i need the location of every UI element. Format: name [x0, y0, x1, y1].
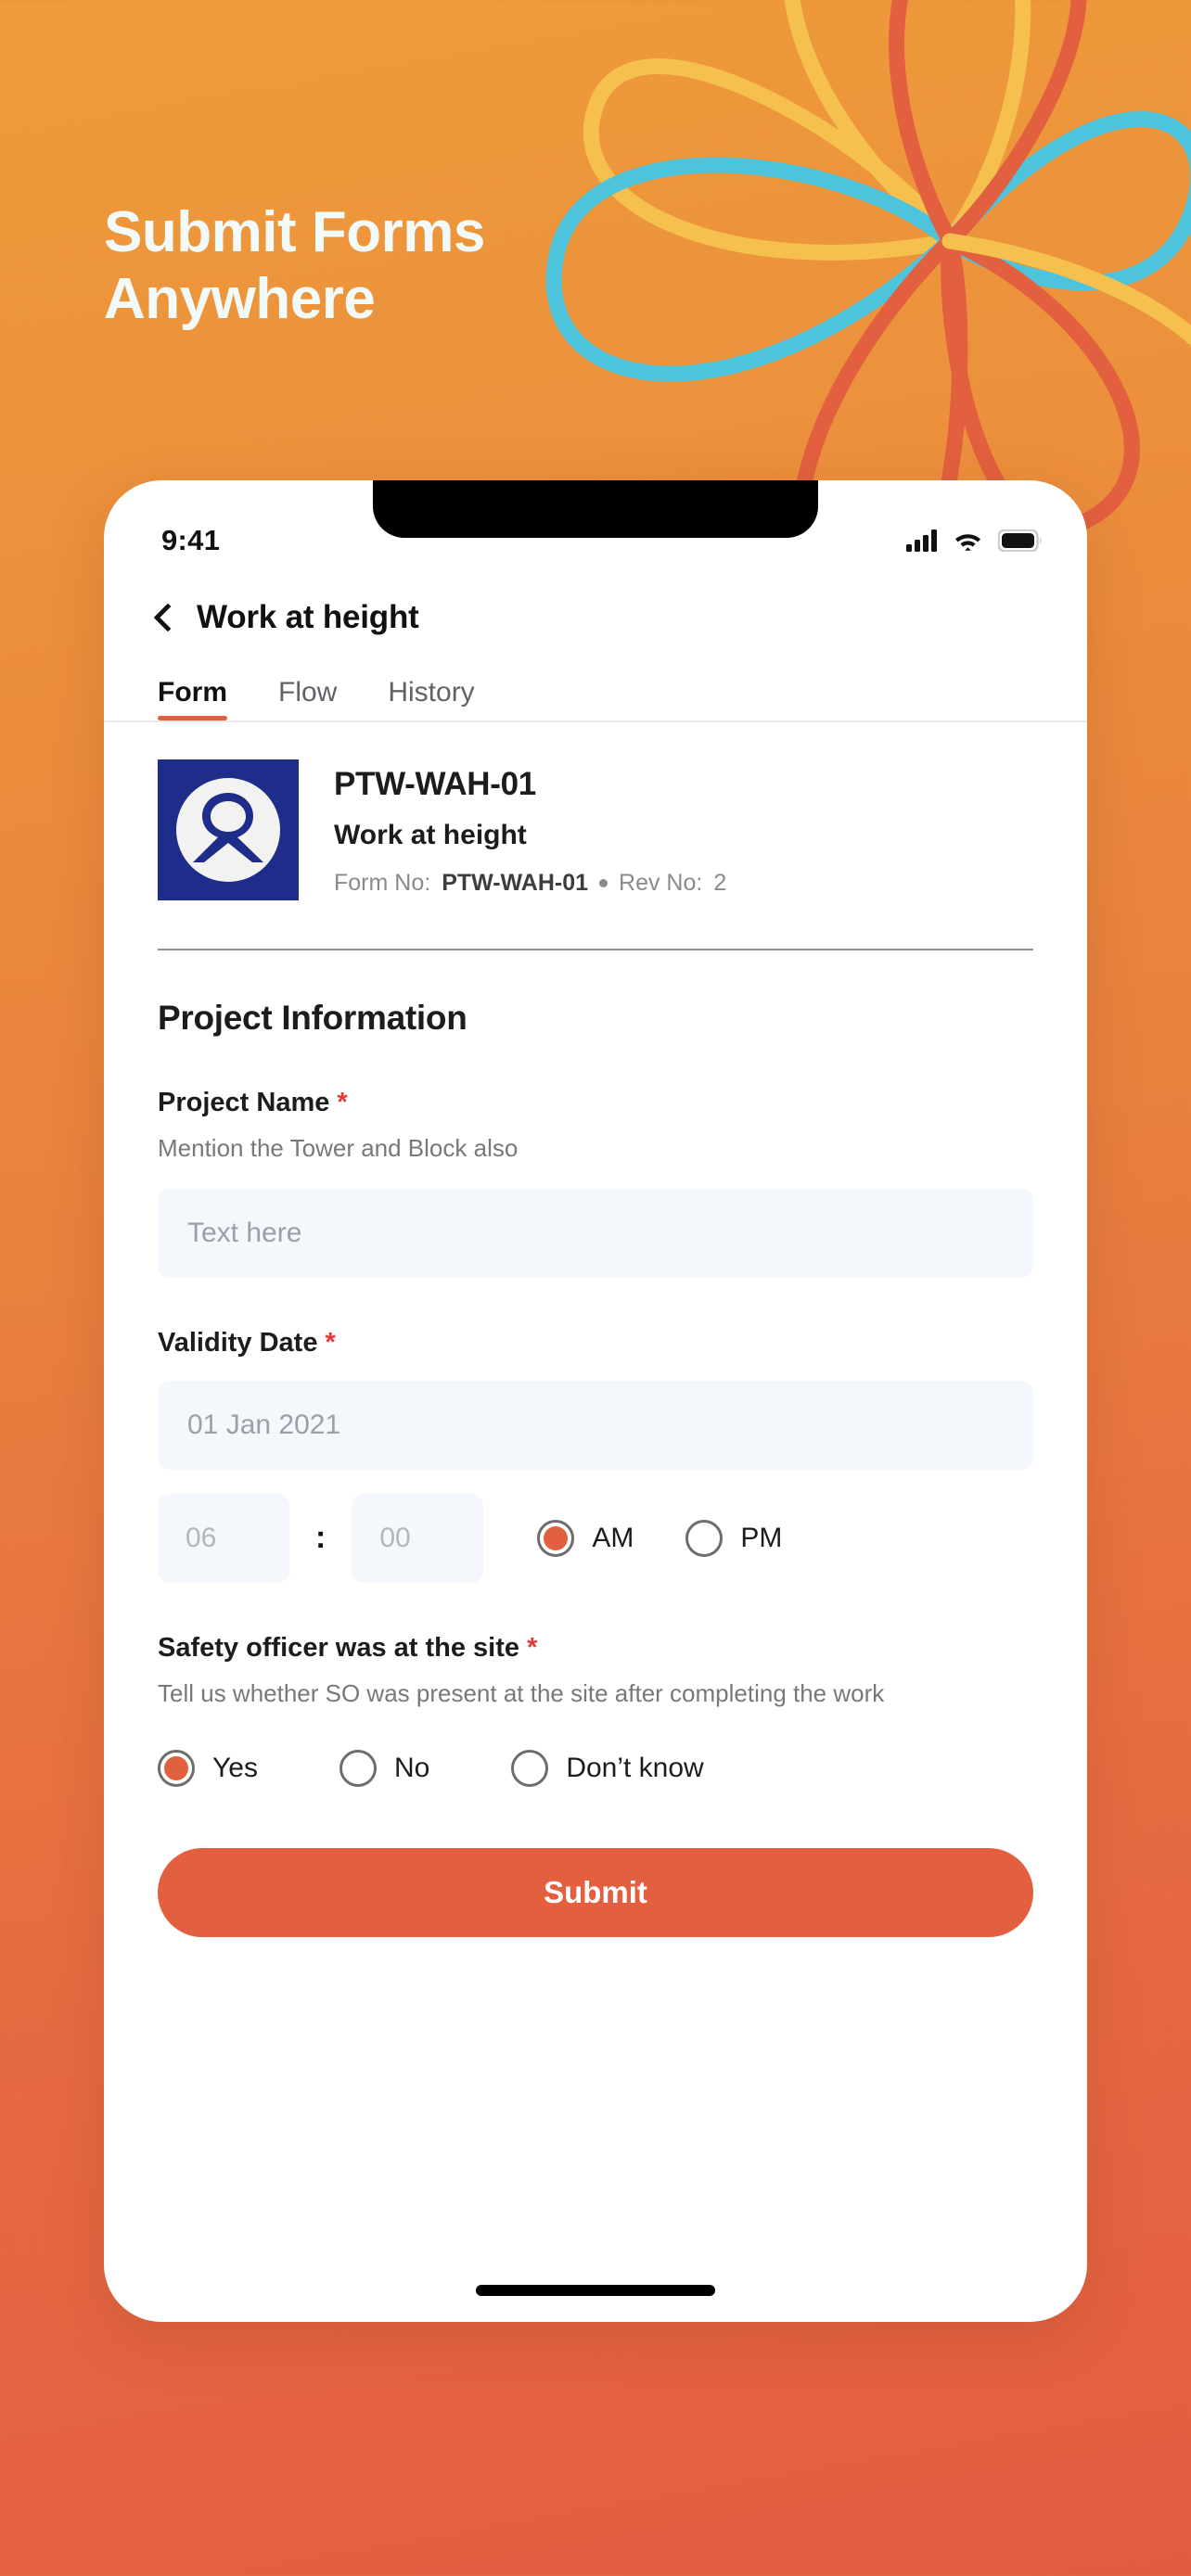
radio-pm[interactable]: PM: [685, 1519, 783, 1557]
meridiem-radio-group: AM PM: [537, 1519, 783, 1557]
section-title: Project Information: [158, 999, 467, 1037]
tab-form[interactable]: Form: [158, 677, 227, 721]
radio-no[interactable]: No: [339, 1750, 430, 1788]
radio-yes[interactable]: Yes: [158, 1750, 258, 1788]
hour-input[interactable]: 06: [158, 1493, 289, 1583]
tab-history[interactable]: History: [388, 677, 474, 721]
headline-line-2: Anywhere: [104, 266, 376, 331]
safety-officer-radio-group: Yes No Don’t know: [158, 1750, 1033, 1788]
field-validity-date: Validity Date * 01 Jan 2021 06 : 00 AM P…: [158, 1328, 1033, 1583]
validity-date-label-text: Validity Date: [158, 1327, 318, 1358]
phone-mockup: 9:41 Work at height Form Flow History PT…: [104, 480, 1087, 2322]
radio-am-circle[interactable]: [537, 1519, 575, 1557]
form-code: PTW-WAH-01: [334, 766, 536, 802]
rev-no-value: 2: [713, 870, 727, 896]
separator-dot-icon: [599, 879, 608, 887]
radio-yes-label: Yes: [212, 1753, 258, 1784]
validity-date-input[interactable]: 01 Jan 2021: [158, 1380, 1033, 1470]
radio-pm-circle[interactable]: [685, 1519, 724, 1557]
form-numbers: Form No: PTW-WAH-01 Rev No: 2: [334, 870, 726, 897]
radio-no-label: No: [393, 1753, 430, 1784]
radio-am-label: AM: [592, 1522, 634, 1553]
navigation-bar: Work at height: [104, 573, 1087, 645]
section-divider: [158, 949, 1033, 950]
form-no-label: Form No:: [334, 870, 431, 896]
battery-icon: [998, 529, 1042, 552]
field-safety-officer: Safety officer was at the site * Tell us…: [158, 1633, 1033, 1788]
project-name-help: Mention the Tower and Block also: [158, 1134, 519, 1162]
submit-button[interactable]: Submit: [158, 1848, 1033, 1938]
phone-notch: [373, 480, 818, 538]
required-asterisk: *: [325, 1327, 336, 1358]
safety-officer-help: Tell us whether SO was present at the si…: [158, 1678, 885, 1707]
signal-icon: [906, 529, 937, 552]
headline-line-1: Submit Forms: [104, 200, 485, 264]
form-name: Work at height: [334, 820, 527, 850]
radio-yes-circle[interactable]: [158, 1750, 195, 1788]
time-picker-row: 06 : 00 AM PM: [158, 1493, 1033, 1583]
wifi-icon: [954, 534, 981, 551]
project-name-label: Project Name *: [158, 1088, 1033, 1118]
form-header-card: PTW-WAH-01 Work at height Form No: PTW-W…: [158, 722, 1033, 900]
tab-bar: Form Flow History: [104, 645, 1087, 721]
safety-officer-label: Safety officer was at the site *: [158, 1633, 1033, 1664]
project-name-input[interactable]: Text here: [158, 1188, 1033, 1278]
safety-officer-label-text: Safety officer was at the site: [158, 1632, 520, 1663]
radio-dont-know-label: Don’t know: [566, 1753, 704, 1784]
time-separator: :: [315, 1520, 327, 1556]
hero-headline: Submit Forms Anywhere: [104, 199, 809, 333]
company-ribbon-logo: [158, 759, 299, 900]
radio-am[interactable]: AM: [537, 1519, 634, 1557]
validity-date-label: Validity Date *: [158, 1328, 1033, 1358]
form-no-value: PTW-WAH-01: [442, 870, 589, 896]
rev-no-label: Rev No:: [619, 870, 703, 896]
field-project-name: Project Name * Mention the Tower and Blo…: [158, 1088, 1033, 1278]
radio-dont-know[interactable]: Don’t know: [511, 1750, 704, 1788]
page-title: Work at height: [197, 599, 419, 635]
radio-dont-know-circle[interactable]: [511, 1750, 549, 1788]
tab-flow[interactable]: Flow: [278, 677, 337, 721]
project-name-label-text: Project Name: [158, 1088, 330, 1117]
required-asterisk: *: [337, 1088, 348, 1117]
home-indicator: [476, 2285, 715, 2296]
radio-no-circle[interactable]: [339, 1750, 377, 1788]
status-bar-clock: 9:41: [161, 524, 221, 556]
minute-input[interactable]: 00: [352, 1493, 484, 1583]
radio-pm-label: PM: [740, 1522, 783, 1553]
required-asterisk: *: [527, 1632, 538, 1663]
chevron-left-icon[interactable]: [153, 603, 183, 632]
